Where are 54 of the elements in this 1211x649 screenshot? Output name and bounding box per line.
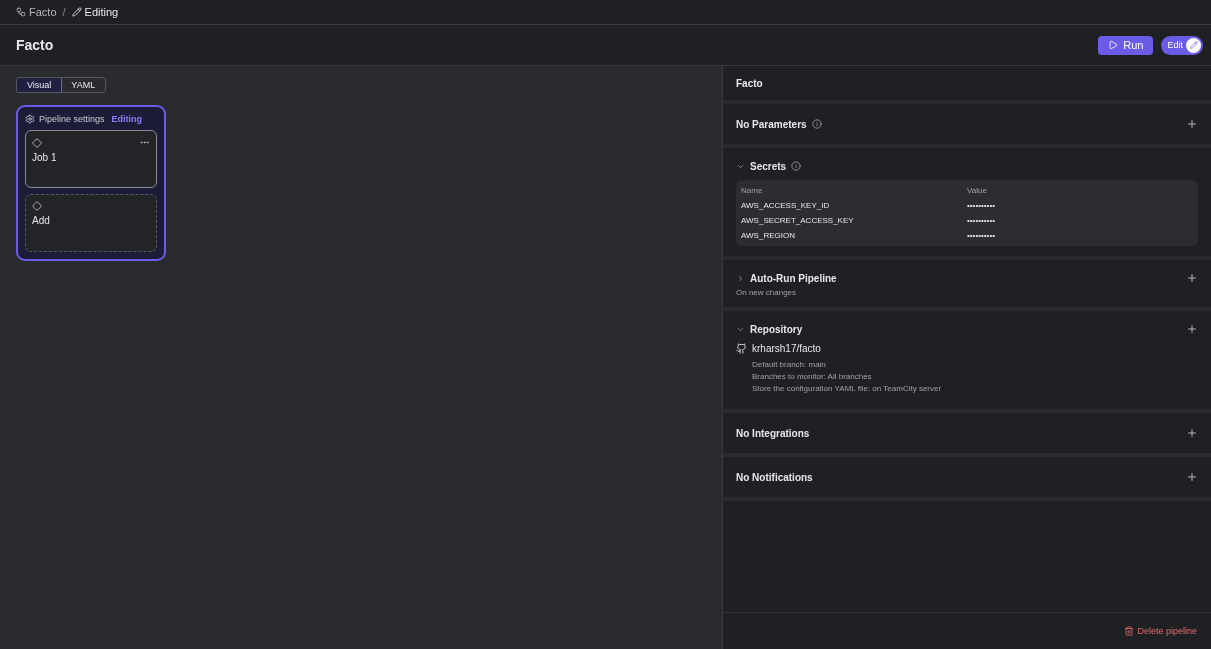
pipeline-settings-label[interactable]: Pipeline settings: [39, 114, 105, 124]
job-label: Add: [32, 215, 51, 226]
table-cell-text: ••••••••••: [967, 215, 996, 226]
plus-icon: [1186, 471, 1198, 483]
table-cell-text: AWS_REGION: [741, 230, 796, 241]
pencil-icon: [1189, 41, 1198, 49]
run-button[interactable]: Run: [1098, 35, 1154, 55]
diamond-icon: [32, 201, 42, 211]
view-tab[interactable]: Visual: [17, 78, 62, 92]
plus-icon: [1186, 323, 1198, 335]
repository-detail: Default branch: main: [752, 360, 827, 369]
panel-title: Facto: [723, 66, 1211, 104]
section-title: Auto-Run Pipeline: [750, 272, 837, 284]
section-title: Repository: [750, 323, 803, 335]
delete-pipeline-button[interactable]: Delete pipeline: [1118, 625, 1203, 637]
section-title: No Integrations: [736, 427, 810, 439]
breadcrumb-link[interactable]: Editing: [84, 6, 119, 18]
edit-toggle[interactable]: Edit: [1161, 35, 1203, 55]
add-button[interactable]: [1186, 323, 1198, 335]
pencil-icon: [71, 7, 82, 17]
repository-detail: Store the configuration YAML file: on TeamCity server: [752, 384, 943, 393]
add-button[interactable]: [1186, 427, 1198, 439]
job-label: Job 1: [32, 152, 58, 163]
section-title: No Notifications: [736, 471, 813, 483]
page-title: Facto: [16, 37, 55, 53]
trash-icon: [1124, 626, 1135, 636]
settings-icon: [25, 114, 35, 124]
add-job-card[interactable]: Add: [25, 194, 157, 252]
section-subtitle: On new changes: [736, 288, 798, 297]
github-icon: [736, 343, 747, 354]
plus-icon: [1186, 427, 1198, 439]
add-button[interactable]: [1186, 471, 1198, 483]
repository-name[interactable]: krharsh17/facto: [752, 343, 821, 354]
table-cell-text: AWS_SECRET_ACCESS_KEY: [741, 215, 855, 226]
diamond-icon: [32, 137, 42, 148]
breadcrumb-separator: /: [62, 6, 66, 18]
play-icon: [1108, 40, 1119, 50]
section-title: No Parameters: [736, 118, 807, 130]
table-cell-text: ••••••••••: [967, 230, 996, 241]
column-header: Value: [967, 185, 988, 196]
add-button[interactable]: [1186, 272, 1198, 284]
table-cell-text: AWS_ACCESS_KEY_ID: [741, 200, 831, 211]
breadcrumb-link[interactable]: Facto: [29, 6, 57, 18]
add-button[interactable]: [1186, 118, 1198, 130]
table-cell-text: ••••••••••: [967, 200, 996, 211]
job-card[interactable]: Job 1: [25, 130, 157, 188]
column-header: Name: [741, 185, 764, 196]
plus-icon: [1186, 118, 1198, 130]
section-title: Secrets: [750, 160, 787, 172]
repository-detail: Branches to monitor: All branches: [752, 372, 873, 381]
status-label: Editing: [111, 114, 143, 124]
plus-icon: [1186, 272, 1198, 284]
view-tab[interactable]: YAML: [61, 78, 106, 92]
chevron-right-icon[interactable]: [736, 273, 745, 283]
